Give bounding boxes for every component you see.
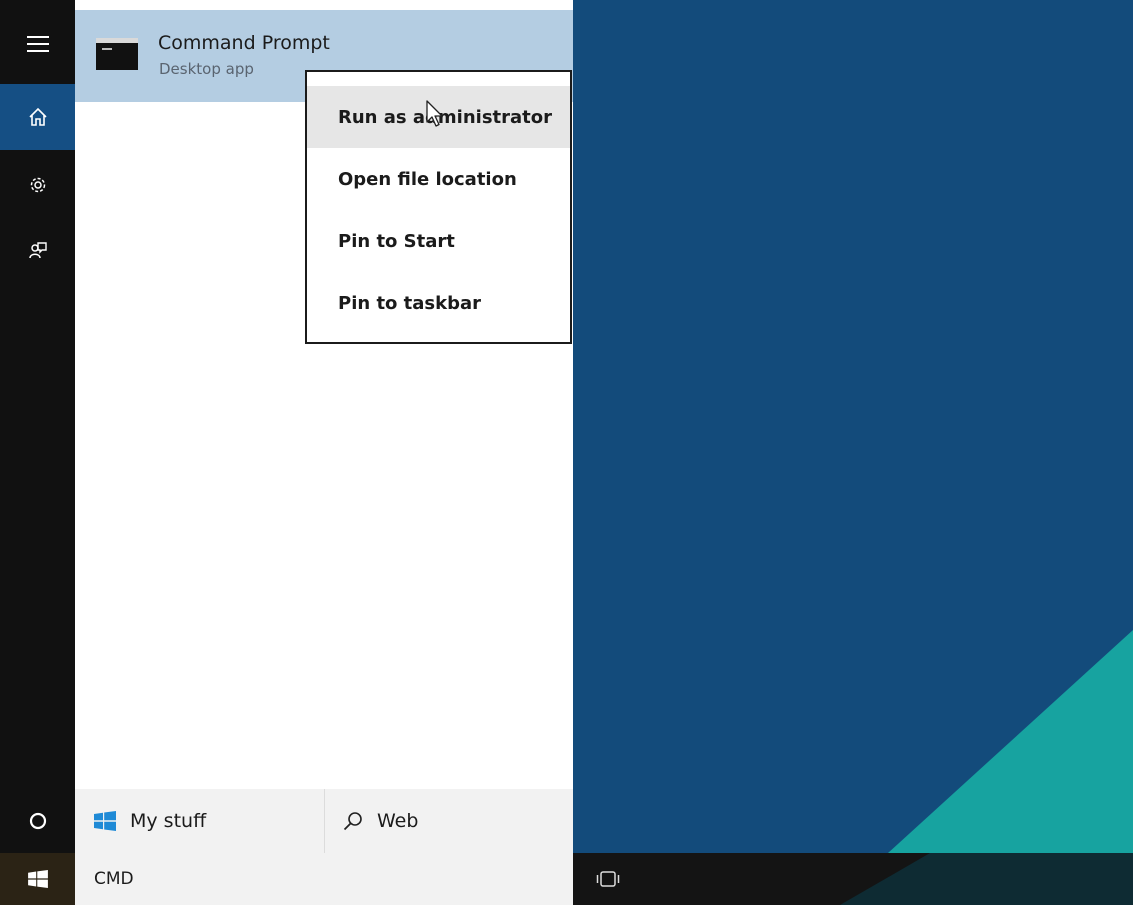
circle-icon xyxy=(29,812,46,830)
desktop-background xyxy=(573,0,1133,853)
pin-to-taskbar-item[interactable]: Pin to taskbar xyxy=(307,272,570,334)
cortana-button[interactable] xyxy=(0,789,75,853)
open-file-location-item[interactable]: Open file location xyxy=(307,148,570,210)
taskbar: CMD xyxy=(0,853,1133,905)
gear-icon xyxy=(30,177,45,193)
windows-logo-icon xyxy=(94,811,116,831)
task-view-icon xyxy=(596,871,620,887)
taskbar-search-input[interactable]: CMD xyxy=(75,853,573,905)
result-subtitle: Desktop app xyxy=(159,60,254,78)
my-stuff-label: My stuff xyxy=(130,810,207,832)
menu-button[interactable] xyxy=(0,0,75,88)
feedback-icon xyxy=(28,242,47,259)
search-filters: My stuff Web xyxy=(75,789,573,853)
search-icon xyxy=(343,812,362,831)
feedback-button[interactable] xyxy=(0,218,75,284)
web-label: Web xyxy=(377,810,419,832)
search-query: CMD xyxy=(94,869,134,889)
filter-divider xyxy=(324,789,325,853)
my-stuff-button[interactable]: My stuff xyxy=(94,789,206,853)
hamburger-icon xyxy=(26,36,49,52)
pin-to-start-item[interactable]: Pin to Start xyxy=(307,210,570,272)
settings-button[interactable] xyxy=(0,152,75,218)
result-title: Command Prompt xyxy=(158,32,330,54)
task-view-button[interactable] xyxy=(585,853,631,905)
desktop-accent-shape xyxy=(888,630,1133,853)
command-prompt-icon xyxy=(96,38,138,70)
sidebar-rail xyxy=(0,0,75,905)
taskbar-shade xyxy=(840,853,1133,905)
mouse-pointer-icon xyxy=(426,100,443,127)
home-icon xyxy=(28,107,47,126)
start-button[interactable] xyxy=(0,853,75,905)
web-button[interactable]: Web xyxy=(343,789,418,853)
windows-logo-icon xyxy=(27,870,48,888)
home-button[interactable] xyxy=(0,84,75,150)
